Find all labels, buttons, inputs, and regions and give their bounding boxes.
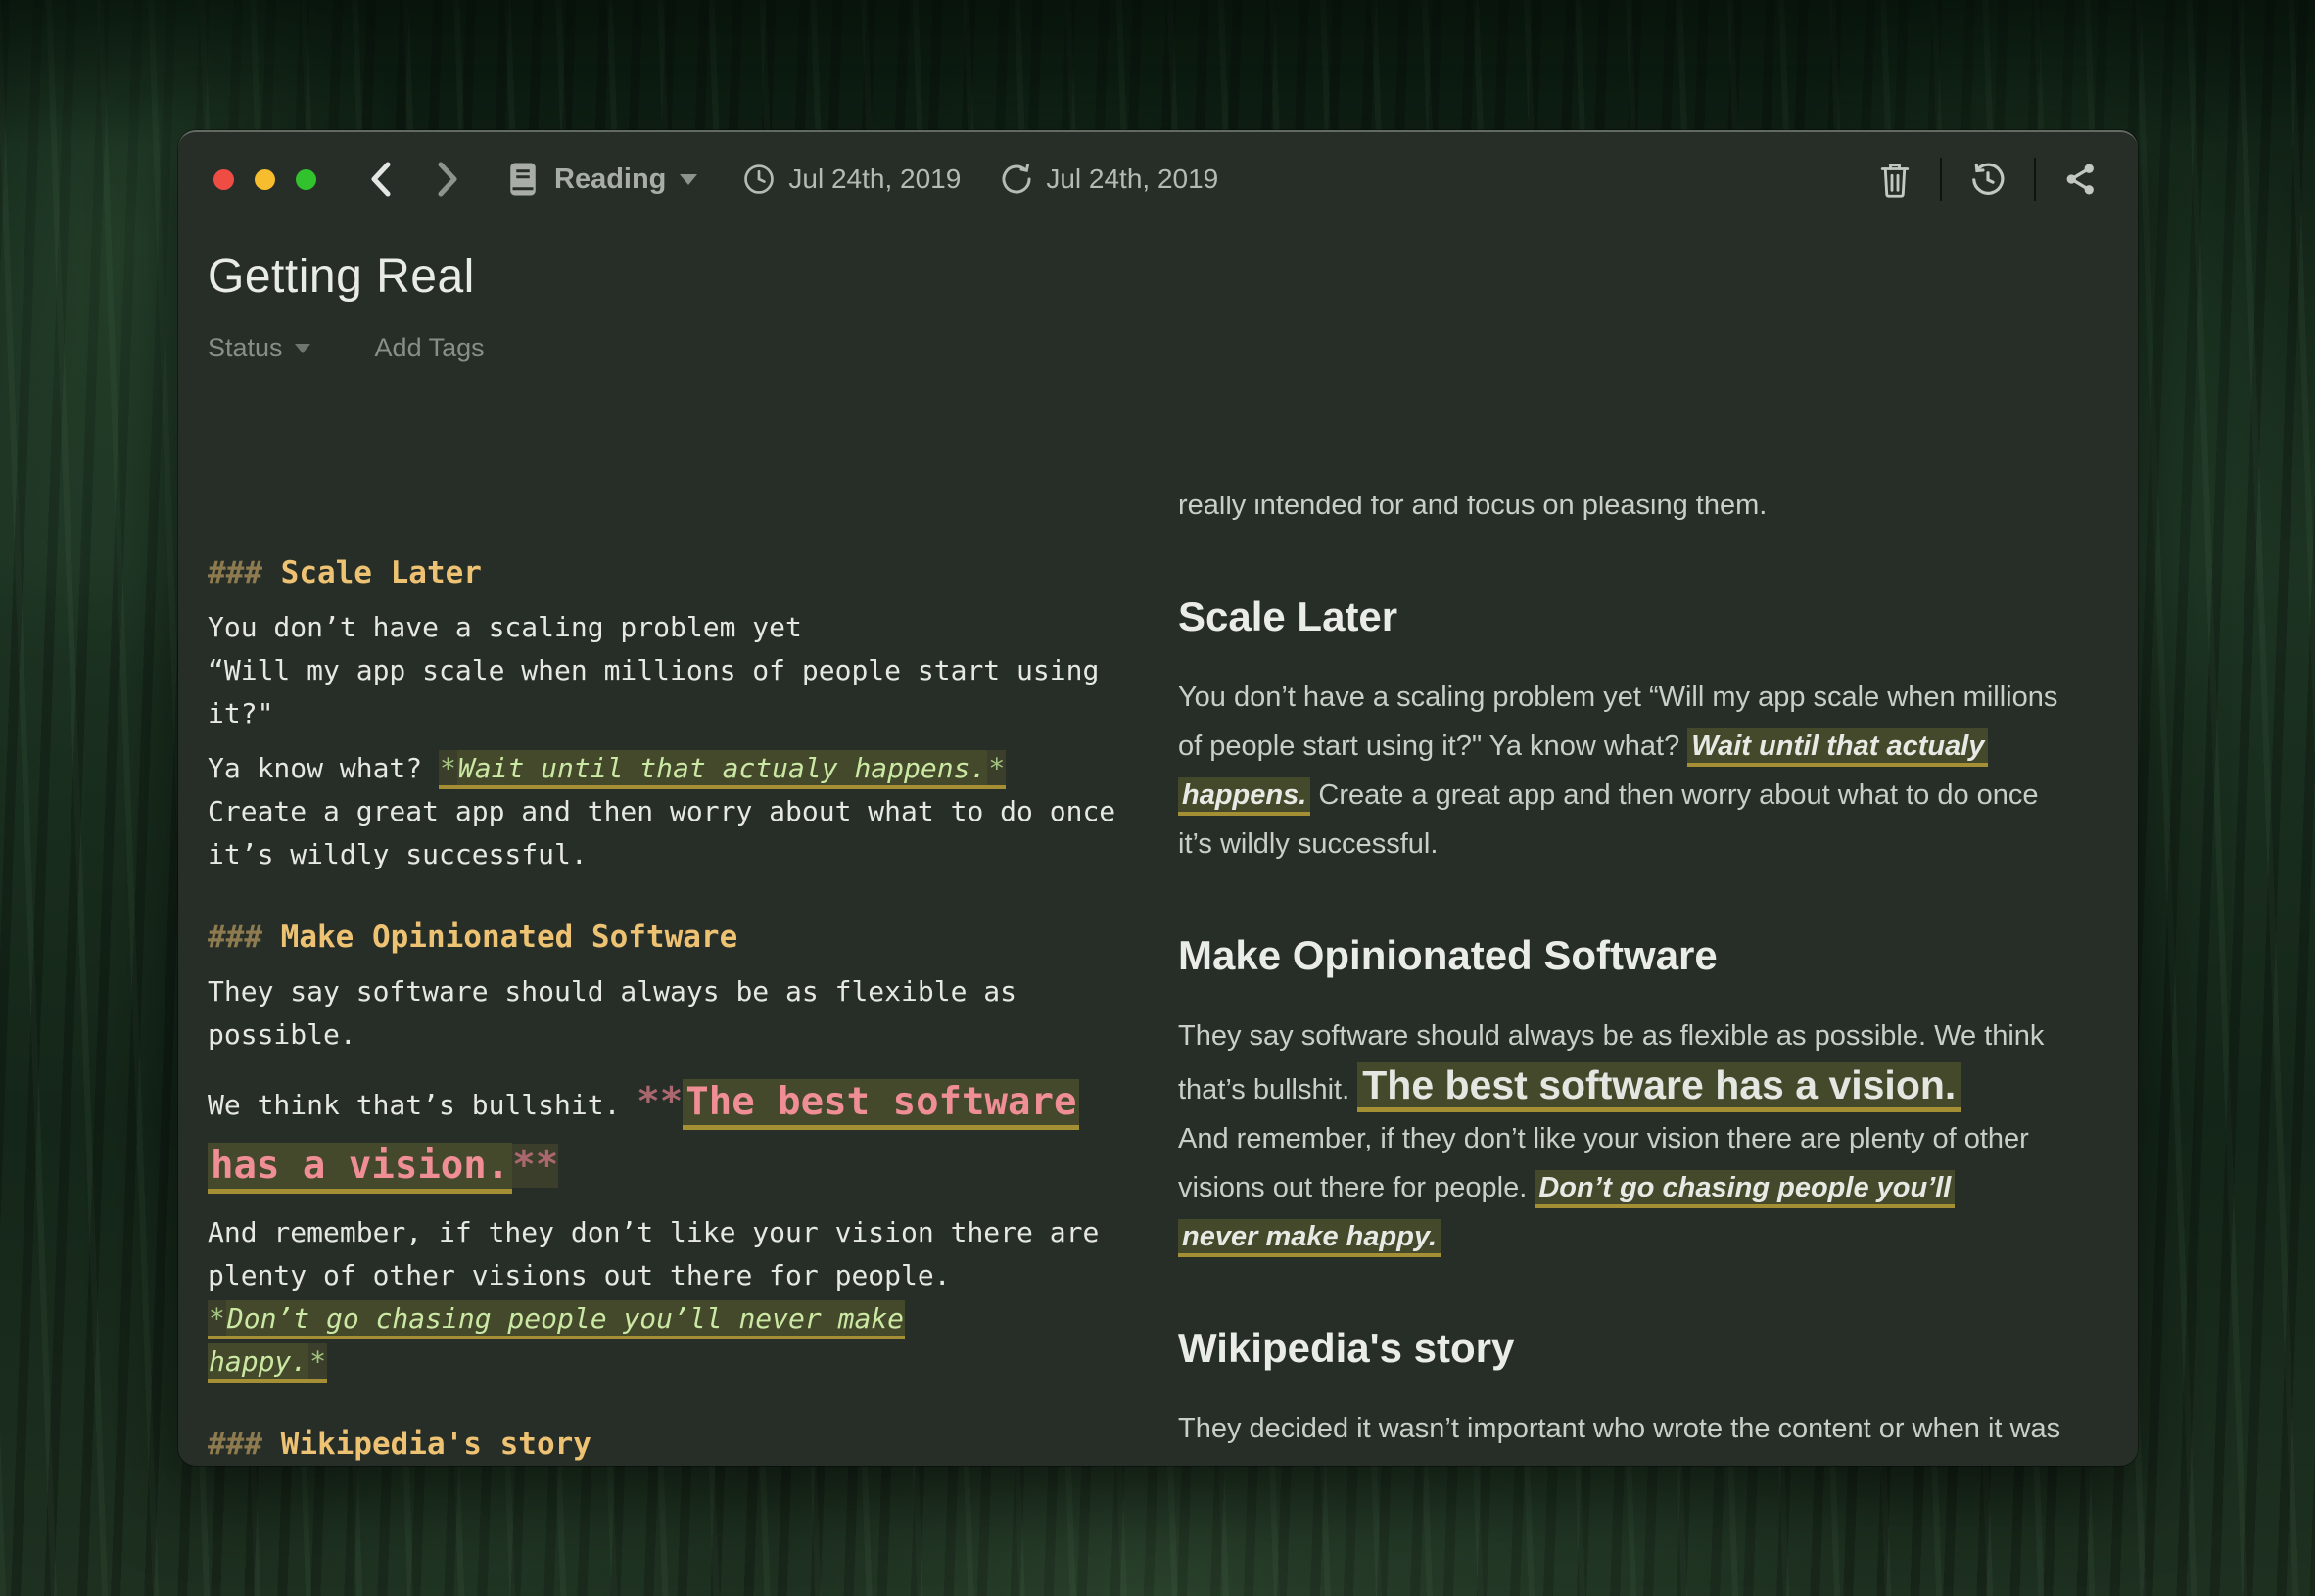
text-segment-hashes: ###: [208, 1427, 281, 1462]
back-icon: [368, 161, 394, 198]
text-segment-em-delim: *: [308, 1343, 327, 1383]
text-segment-plain: And remember, if they don’t like your vi…: [208, 1216, 1099, 1291]
share-icon: [2063, 161, 2099, 198]
note-meta-bar: Status Add Tags: [208, 333, 2138, 363]
text-segment-heading: Make Opinionated Software: [281, 919, 738, 955]
paragraph-block: You don’t have a scaling problem yet “Wi…: [1178, 673, 2114, 868]
trash-button[interactable]: [1877, 160, 1913, 199]
paragraph-block: They say software should always be as fl…: [208, 970, 1132, 1056]
modified-date: Jul 24th, 2019: [1000, 163, 1218, 196]
text-segment-p-plain: They decided it wasn’t important who wro…: [1178, 1413, 2067, 1466]
text-segment-hashes: ###: [208, 555, 281, 590]
text-segment-plain: Create a great app and then worry about …: [208, 795, 1115, 870]
heading-block: Make Opinionated Software: [1178, 929, 2114, 982]
share-button[interactable]: [2063, 161, 2099, 198]
split-panes: ### Scale Later You don’t have a scaling …: [178, 496, 2138, 1466]
text-segment-em-delim: *: [987, 750, 1006, 789]
text-segment-em: Wait until that actualy happens.: [457, 750, 987, 789]
status-dropdown[interactable]: Status: [208, 333, 310, 363]
paragraph-block: really intended for and focus on pleasin…: [1178, 496, 2114, 530]
text-segment-plain: They say software should always be as fl…: [208, 975, 1016, 1051]
created-date-label: Jul 24th, 2019: [788, 164, 961, 195]
text-segment-p-heading-text: Scale Later: [1178, 593, 1397, 639]
paragraph-block: They say software should always be as fl…: [1178, 1011, 2114, 1261]
toolbar-divider: [1940, 158, 1942, 201]
minimize-button[interactable]: [255, 169, 275, 190]
text-segment-heading: Wikipedia's story: [281, 1427, 591, 1462]
clock-icon: [742, 163, 776, 196]
zoom-button[interactable]: [296, 169, 316, 190]
text-segment-p-plain: really intended for and focus on pleasin…: [1178, 496, 1767, 521]
paragraph-block: We think that’s bullshit. **The best sof…: [208, 1072, 1132, 1199]
heading-block: Wikipedia's story: [1178, 1322, 2114, 1375]
modified-date-label: Jul 24th, 2019: [1046, 164, 1218, 195]
add-tags-button[interactable]: Add Tags: [375, 333, 485, 363]
chevron-down-icon: [680, 174, 697, 185]
heading-block: ### Wikipedia's story: [208, 1423, 1132, 1466]
toolbar-actions: [1877, 158, 2099, 201]
add-tags-label: Add Tags: [375, 333, 485, 363]
markdown-editor-pane[interactable]: ### Scale Later You don’t have a scaling …: [178, 496, 1132, 1466]
back-button[interactable]: [368, 161, 394, 198]
forward-button[interactable]: [435, 161, 460, 198]
text-segment-plain: We think that’s bullshit.: [208, 1089, 637, 1121]
history-button[interactable]: [1969, 161, 2007, 198]
paragraph-block: Ya know what? *Wait until that actualy h…: [208, 747, 1132, 876]
text-segment-plain: Ya know what?: [208, 752, 439, 784]
reading-mode-dropdown[interactable]: Reading: [505, 160, 697, 199]
text-segment-em-delim: *: [208, 1300, 226, 1339]
status-label: Status: [208, 333, 283, 363]
toolbar-divider: [2034, 158, 2036, 201]
book-icon: [505, 160, 541, 199]
history-icon: [1969, 161, 2007, 198]
text-segment-bold-delim-close: **: [512, 1144, 558, 1188]
paragraph-block: You don’t have a scaling problem yet “Wi…: [208, 606, 1132, 735]
text-segment-hashes: ###: [208, 919, 281, 955]
paragraph-block: They decided it wasn’t important who wro…: [1178, 1404, 2114, 1466]
close-button[interactable]: [213, 169, 234, 190]
text-segment-p-heading-text: Wikipedia's story: [1178, 1325, 1514, 1371]
heading-block: Scale Later: [1178, 590, 2114, 643]
update-icon: [1000, 163, 1033, 196]
page-title[interactable]: Getting Real: [208, 250, 2138, 304]
toolbar: Reading Jul 24th, 2019 Jul 24th, 2019: [178, 132, 2138, 212]
forward-icon: [435, 161, 460, 198]
text-segment-p-heading-text: Make Opinionated Software: [1178, 932, 1718, 978]
heading-block: ### Scale Later: [208, 551, 1132, 594]
mode-label: Reading: [554, 164, 666, 196]
text-segment-bold-delim-open: **: [637, 1080, 683, 1124]
text-segment-plain: You don’t have a scaling problem yet “Wi…: [208, 611, 1099, 729]
text-segment-em-delim: *: [439, 750, 457, 789]
note-window: Reading Jul 24th, 2019 Jul 24th, 2019: [178, 130, 2138, 1466]
paragraph-block: And remember, if they don’t like your vi…: [208, 1211, 1132, 1384]
rendered-preview-pane[interactable]: really intended for and focus on pleasin…: [1132, 496, 2138, 1466]
text-segment-p-hl-big: The best software has a vision.: [1357, 1062, 1961, 1112]
text-segment-heading: Scale Later: [281, 555, 482, 590]
trash-icon: [1877, 160, 1913, 199]
created-date: Jul 24th, 2019: [742, 163, 961, 196]
chevron-down-icon: [295, 344, 310, 353]
heading-block: ### Make Opinionated Software: [208, 915, 1132, 959]
